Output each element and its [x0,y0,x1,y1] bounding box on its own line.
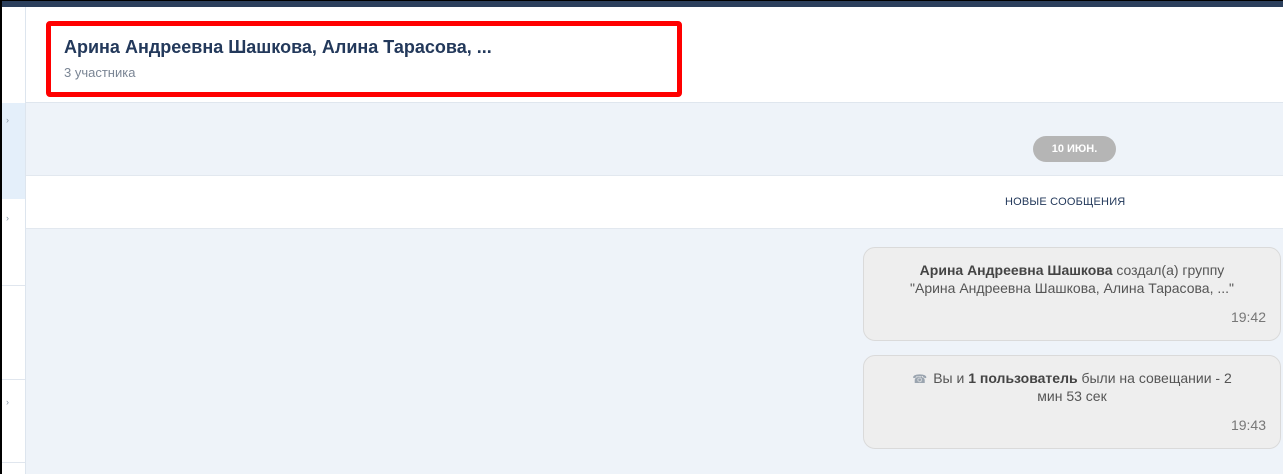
call-prefix: Вы и [933,370,965,386]
chat-list-edge: › › › [2,7,26,474]
call-suffix: были на совещании - 2 [1081,370,1232,386]
message-time: 19:42 [1230,309,1266,325]
system-message-group-created: Арина Андреевна Шашкова создал(а) группу… [863,247,1281,341]
call-duration: мин 53 сек [1037,388,1107,404]
message-action: создал(а) группу [1116,262,1225,278]
chevron-icon: › [6,397,9,407]
chat-title[interactable]: Арина Андреевна Шашкова, Алина Тарасова,… [64,37,492,58]
call-participants: 1 пользователь [968,370,1078,386]
app-frame: › › › Арина Андреевна Шашкова, Алина Тар… [0,0,1283,474]
highlight-box [46,21,682,97]
message-line: Арина Андреевна Шашкова создал(а) группу [864,262,1280,278]
new-messages-divider: НОВЫЕ СООБЩЕНИЯ [26,175,1283,229]
group-name: "Арина Андреевна Шашкова, Алина Тарасова… [910,280,1234,296]
phone-icon: ☎ [912,372,928,386]
divider [2,379,25,380]
divider [2,462,25,463]
participants-count[interactable]: 3 участника [64,65,135,80]
chevron-icon: › [6,213,9,223]
message-time: 19:43 [1230,417,1266,433]
chat-header: Арина Андреевна Шашкова, Алина Тарасова,… [26,7,1283,103]
system-message-call: ☎ Вы и 1 пользователь были на совещании -… [863,355,1281,449]
date-badge: 10 ИЮН. [1033,136,1116,162]
divider [2,285,25,286]
chevron-icon: › [6,115,9,125]
message-line: ☎ Вы и 1 пользователь были на совещании -… [864,370,1280,386]
message-author: Арина Андреевна Шашкова [919,262,1113,278]
date-band: 10 ИЮН. [26,103,1283,175]
new-messages-label: НОВЫЕ СООБЩЕНИЯ [1005,196,1126,208]
